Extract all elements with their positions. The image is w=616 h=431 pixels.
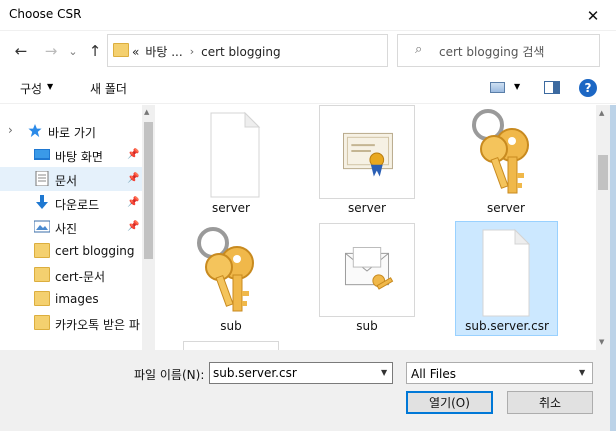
- background-window-edge: [610, 105, 616, 431]
- organize-dropdown-icon[interactable]: ▼: [47, 82, 53, 91]
- sidebar-item-label: 문서: [55, 174, 78, 188]
- file-item[interactable]: server: [183, 105, 279, 221]
- pin-icon[interactable]: 📌: [127, 173, 139, 184]
- blank-document-icon: [482, 228, 531, 317]
- breadcrumb-item-cert-blogging[interactable]: cert blogging: [201, 45, 281, 59]
- breadcrumb-overflow[interactable]: «: [132, 45, 139, 59]
- address-bar[interactable]: « 바탕 ... › cert blogging ⌄ ↻: [107, 34, 480, 67]
- cancel-button[interactable]: 취소: [507, 391, 593, 414]
- forward-arrow-icon[interactable]: →: [40, 40, 62, 62]
- keys-icon: [472, 109, 529, 194]
- filename-input[interactable]: [209, 362, 393, 384]
- file-item[interactable]: sub: [183, 223, 279, 339]
- desktop-icon: [34, 149, 50, 160]
- download-arrow-icon: [36, 195, 48, 209]
- title-bar: Choose CSR ✕: [0, 0, 616, 31]
- search-input[interactable]: cert blogging 검색: [439, 43, 544, 60]
- open-button[interactable]: 열기(O): [406, 391, 493, 414]
- up-folder-arrow-icon[interactable]: ↑: [84, 40, 106, 62]
- scroll-up-arrow-icon[interactable]: ▲: [144, 108, 149, 116]
- sidebar-item-documents[interactable]: 문서 📌: [0, 167, 142, 191]
- sidebar-item-desktop[interactable]: 바탕 화면 📌: [0, 143, 142, 167]
- sidebar-scroll-thumb[interactable]: [144, 122, 153, 259]
- documents-icon: [35, 171, 49, 186]
- preview-pane-icon[interactable]: [544, 81, 560, 94]
- new-folder-button[interactable]: 새 폴더: [90, 80, 127, 97]
- search-box[interactable]: ⌕ cert blogging 검색: [397, 34, 600, 67]
- file-item-selected[interactable]: sub.server.csr: [455, 221, 558, 336]
- file-type-value: All Files: [411, 367, 457, 381]
- back-arrow-icon[interactable]: ←: [10, 40, 32, 62]
- sidebar-item-label: 사진: [55, 222, 78, 236]
- window-title: Choose CSR: [9, 7, 82, 21]
- pin-icon[interactable]: 📌: [127, 197, 139, 208]
- file-list: server server server sub sub sub.server.…: [156, 105, 597, 350]
- breadcrumb-separator-icon[interactable]: ›: [190, 45, 194, 58]
- file-list-scroll-thumb[interactable]: [598, 155, 608, 190]
- breadcrumb: « 바탕 ... › cert blogging: [132, 43, 281, 60]
- sidebar-item-label: 바로 가기: [48, 126, 96, 140]
- folder-icon: [34, 315, 50, 330]
- sidebar-item-pictures[interactable]: 사진 📌: [0, 215, 142, 239]
- organize-button[interactable]: 구성: [20, 80, 42, 97]
- navigation-pane: › 바로 가기 바탕 화면 📌 문서 📌 다운로드 📌 사진 📌 cert bl…: [0, 105, 155, 350]
- pin-icon[interactable]: 📌: [127, 221, 139, 232]
- certificate-icon: [319, 105, 415, 199]
- file-name: server: [348, 201, 386, 215]
- sidebar-item-cert-documents[interactable]: cert-문서: [0, 263, 142, 287]
- close-icon[interactable]: ✕: [570, 0, 616, 31]
- envelope-key-icon: [319, 223, 415, 317]
- file-name: server: [487, 201, 525, 215]
- sidebar-item-kakaotalk[interactable]: 카카오톡 받은 파: [0, 311, 142, 335]
- folder-icon: [113, 43, 129, 57]
- expand-chevron-icon[interactable]: ›: [8, 123, 13, 137]
- change-view-icon[interactable]: [490, 82, 505, 93]
- help-icon[interactable]: ?: [579, 79, 597, 97]
- command-bar: 구성 ▼ 새 폴더 ▼: [0, 72, 616, 104]
- folder-icon: [34, 267, 50, 282]
- sidebar-item-quick-access[interactable]: › 바로 가기: [0, 119, 142, 143]
- file-item[interactable]: server: [319, 105, 415, 221]
- sidebar-item-label: 다운로드: [55, 198, 100, 212]
- blank-document-icon: [210, 111, 261, 198]
- pin-icon[interactable]: 📌: [127, 149, 139, 160]
- sidebar-item-label: cert blogging: [55, 244, 135, 258]
- filename-label: 파일 이름(N):: [134, 368, 205, 382]
- file-name: sub: [356, 319, 378, 333]
- star-icon: [28, 123, 42, 138]
- sidebar-item-label: 카카오톡 받은 파: [55, 318, 140, 332]
- sidebar-item-label: cert-문서: [55, 270, 106, 284]
- file-list-scrollbar[interactable]: [596, 105, 610, 350]
- keys-icon: [197, 227, 254, 312]
- search-icon: ⌕: [415, 42, 423, 57]
- folder-icon: [34, 291, 50, 306]
- recent-locations-chevron-icon[interactable]: ⌄: [62, 40, 84, 62]
- file-type-chevron-icon[interactable]: ▼: [579, 368, 585, 377]
- folder-icon: [34, 243, 50, 258]
- file-item[interactable]: server: [458, 105, 554, 221]
- view-dropdown-icon[interactable]: ▼: [514, 82, 520, 91]
- sidebar-item-label: 바탕 화면: [55, 150, 103, 164]
- filename-dropdown-chevron-icon[interactable]: ▼: [381, 368, 387, 377]
- file-item-partial[interactable]: [183, 341, 279, 350]
- file-name: sub.server.csr: [465, 319, 549, 333]
- sidebar-item-downloads[interactable]: 다운로드 📌: [0, 191, 142, 215]
- sidebar-item-cert-blogging[interactable]: cert blogging: [0, 239, 142, 263]
- breadcrumb-item-desktop[interactable]: 바탕 ...: [145, 43, 182, 60]
- file-name: server: [212, 201, 250, 215]
- scroll-up-arrow-icon[interactable]: ▲: [599, 109, 604, 117]
- sidebar-item-label: images: [55, 292, 99, 306]
- scroll-down-arrow-icon[interactable]: ▼: [599, 338, 604, 346]
- file-type-select[interactable]: All Files ▼: [406, 362, 593, 384]
- pictures-icon: [34, 220, 50, 233]
- sidebar-item-images[interactable]: images: [0, 287, 142, 311]
- file-name: sub: [220, 319, 242, 333]
- file-item[interactable]: sub: [319, 223, 415, 339]
